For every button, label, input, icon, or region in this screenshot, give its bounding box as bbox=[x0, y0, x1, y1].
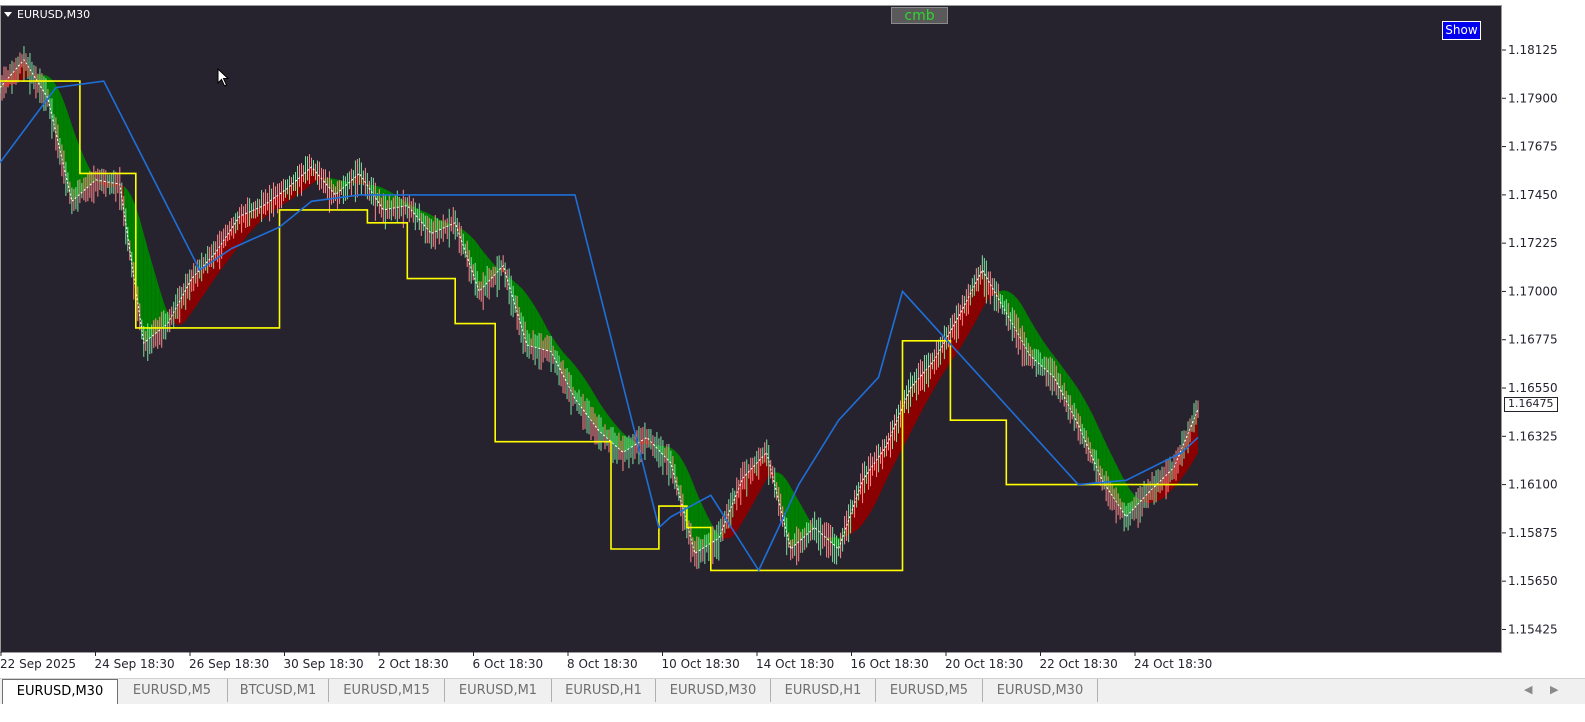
y-tick-label: 1.15650 bbox=[1508, 574, 1558, 588]
y-tick-label: 1.16100 bbox=[1508, 478, 1558, 492]
show-button[interactable]: Show bbox=[1442, 21, 1481, 40]
cmb-button[interactable]: cmb bbox=[891, 7, 948, 24]
y-tick-label: 1.16550 bbox=[1508, 381, 1558, 395]
x-tick-label: 14 Oct 18:30 bbox=[756, 657, 834, 671]
symbol-label-text: EURUSD,M30 bbox=[17, 8, 91, 21]
tab-eurusd-m15[interactable]: EURUSD,M15 bbox=[329, 679, 445, 702]
tab-eurusd-m1[interactable]: EURUSD,M1 bbox=[445, 679, 552, 702]
scroll-right-icon[interactable]: ▶ bbox=[1550, 683, 1558, 696]
y-tick-label: 1.17450 bbox=[1508, 188, 1558, 202]
tab-eurusd-m30[interactable]: EURUSD,M30 bbox=[983, 679, 1098, 702]
x-tick-label: 22 Oct 18:30 bbox=[1040, 657, 1118, 671]
tab-eurusd-m5[interactable]: EURUSD,M5 bbox=[117, 679, 228, 702]
y-tick-label: 1.15875 bbox=[1508, 526, 1558, 540]
tab-eurusd-m30[interactable]: EURUSD,M30 bbox=[2, 679, 118, 704]
current-price-tag: 1.16475 bbox=[1504, 397, 1558, 413]
y-tick-label: 1.17000 bbox=[1508, 284, 1558, 298]
y-tick-label: 1.17225 bbox=[1508, 236, 1558, 250]
x-tick-label: 22 Sep 2025 bbox=[0, 657, 76, 671]
tab-eurusd-m5[interactable]: EURUSD,M5 bbox=[876, 679, 983, 702]
x-tick-label: 8 Oct 18:30 bbox=[567, 657, 638, 671]
x-tick-label: 2 Oct 18:30 bbox=[378, 657, 449, 671]
y-tick-label: 1.15425 bbox=[1508, 622, 1558, 636]
chart-tab-bar: EURUSD,M30 EURUSD,M5 BTCUSD,M1 EURUSD,M15 EU… bbox=[0, 678, 1585, 704]
x-tick-label: 6 Oct 18:30 bbox=[473, 657, 544, 671]
cloud-segment bbox=[147, 248, 152, 340]
price-chart[interactable]: 1.18125 1.17900 1.17675 1.17450 1.17225 1.170… bbox=[0, 0, 1585, 680]
tab-eurusd-m30[interactable]: EURUSD,M30 bbox=[656, 679, 771, 702]
y-tick-label: 1.16325 bbox=[1508, 429, 1558, 443]
x-tick-label: 20 Oct 18:30 bbox=[945, 657, 1023, 671]
mouse-cursor-icon bbox=[217, 68, 230, 87]
x-tick-label: 16 Oct 18:30 bbox=[851, 657, 929, 671]
y-tick-label: 1.16775 bbox=[1508, 333, 1558, 347]
x-tick-label: 10 Oct 18:30 bbox=[662, 657, 740, 671]
chevron-down-icon[interactable] bbox=[4, 12, 12, 17]
y-tick-label: 1.18125 bbox=[1508, 43, 1558, 57]
chart-window: 1.18125 1.17900 1.17675 1.17450 1.17225 1.170… bbox=[0, 0, 1585, 680]
scroll-left-icon[interactable]: ◀ bbox=[1524, 683, 1532, 696]
y-tick-label: 1.17675 bbox=[1508, 140, 1558, 154]
x-tick-label: 24 Sep 18:30 bbox=[95, 657, 175, 671]
y-tick-label: 1.17900 bbox=[1508, 91, 1558, 105]
x-tick-label: 26 Sep 18:30 bbox=[189, 657, 269, 671]
status-strip bbox=[0, 704, 1585, 722]
tab-eurusd-h1[interactable]: EURUSD,H1 bbox=[552, 679, 656, 702]
symbol-label[interactable]: EURUSD,M30 bbox=[4, 8, 90, 21]
x-tick-label: 24 Oct 18:30 bbox=[1134, 657, 1212, 671]
x-tick-label: 30 Sep 18:30 bbox=[284, 657, 364, 671]
tab-eurusd-h1[interactable]: EURUSD,H1 bbox=[771, 679, 876, 702]
cloud-segment bbox=[143, 234, 148, 343]
tab-btcusd-m1[interactable]: BTCUSD,M1 bbox=[228, 679, 329, 702]
